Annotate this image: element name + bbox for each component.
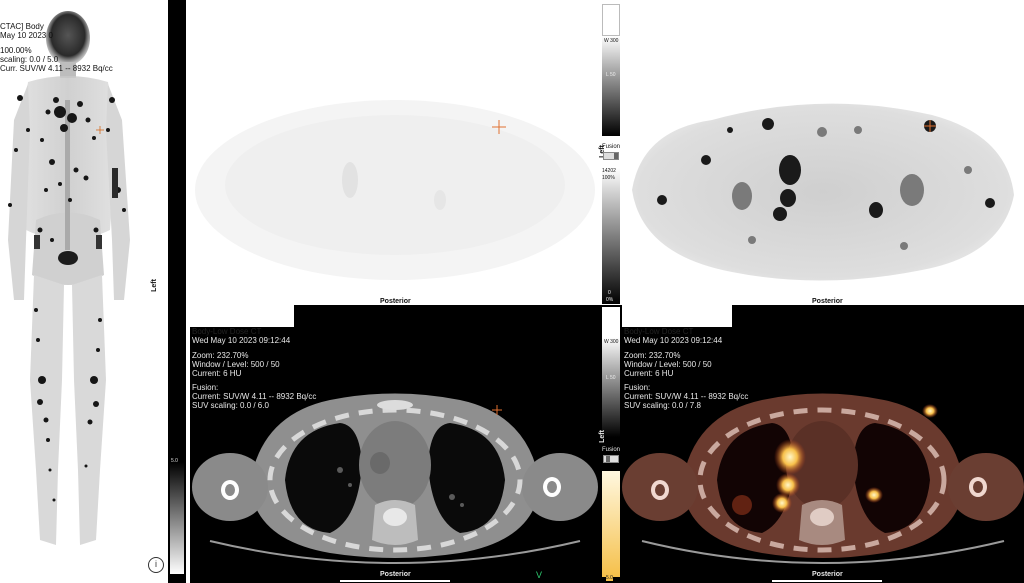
fusion-axial-viewport[interactable]: Body-Low Dose CT Wed May 10 2023 09:12:4… (622, 305, 1024, 583)
fusion-window-level-label: Window / Level: 500 / 50 (624, 360, 712, 369)
ct-axial-viewport[interactable]: Body-Low Dose CT Wed May 10 2023 09:12:4… (190, 305, 600, 583)
fusion-series-label: Body-Low Dose CT (624, 327, 694, 336)
left-orientation-label: Left (150, 279, 158, 292)
bottom-colorbar-ct-gradient (602, 337, 620, 437)
ct-fusion-current-label: Current: SUV/W 4.11 -- 8932 Bq/cc (192, 392, 317, 401)
ct-zoom-label: Zoom: 232.70% (192, 351, 249, 360)
fusion-info-overlay: Body-Low Dose CT Wed May 10 2023 09:12:4… (624, 327, 748, 410)
bottom-colorbar-orientation: Left (598, 430, 606, 443)
pet-axial-viewport[interactable]: Posterior (190, 0, 600, 305)
bottom-colorbar-max-tick: 5.0 (606, 575, 613, 581)
bottom-colorbar-fusion-label: Fusion (602, 447, 621, 453)
pet-colorbar-max-tick: 14202 (602, 168, 616, 174)
fusion-posterior-label: Posterior (812, 571, 843, 578)
ct-window-level-label: Window / Level: 500 / 50 (192, 360, 280, 369)
bottom-colorbar[interactable]: W 300 L 50 Left Fusion 5.0 (598, 305, 622, 583)
left-colorbar-strip: 5.0 (168, 0, 186, 583)
fusion-suv-scaling-label: SUV scaling: 0.0 / 7.8 (624, 401, 701, 410)
fusion-date-label: Wed May 10 2023 09:12:44 (624, 336, 723, 345)
fusion-fusion-current-label: Current: SUV/W 4.11 -- 8932 Bq/cc (624, 392, 749, 401)
top-fusion-slider[interactable] (603, 152, 619, 160)
bottom-colorbar-level-tick: L 50 (606, 375, 616, 381)
bottom-colorbar-window-tick: W 300 (604, 339, 619, 345)
top-colorbar[interactable]: W 300 L 50 Left Fusion 14202 100% 0 0% (599, 0, 622, 305)
mip-info-overlay: CTAC] Body May 10 2023 0 100.00% scaling… (0, 22, 113, 73)
ct-bottom-scale-bar (340, 580, 450, 582)
mip-scaling-label: scaling: 0.0 / 5.0 (0, 55, 59, 64)
fusion-fusion-label: Fusion: (624, 383, 651, 392)
pet-colorbar-min-tick: 0 (608, 290, 611, 296)
ct-suv-scaling-label: SUV scaling: 0.0 / 6.0 (192, 401, 269, 410)
bottom-colorbar-white-cap (602, 307, 620, 337)
ct-series-label: Body-Low Dose CT (192, 327, 262, 336)
pet-axial-image (195, 100, 595, 280)
fusion-bottom-scale-bar (772, 580, 882, 582)
ct-orientation-marker: V (536, 570, 543, 580)
pet-attenuation-axial-image (632, 103, 1014, 281)
top-colorbar-pet-gradient (602, 168, 620, 304)
pet-attenuation-axial-viewport[interactable]: Posterior (622, 0, 1024, 305)
mip-body-image (8, 11, 130, 545)
top-colorbar-window-tick: W 300 (604, 38, 619, 44)
fusion-zoom-label: Zoom: 232.70% (624, 351, 681, 360)
ct-fusion-label: Fusion: (192, 383, 219, 392)
bottom-colorbar-pet-gradient (602, 471, 620, 577)
mip-date-label: May 10 2023 0 (0, 31, 53, 40)
left-colorbar-gradient (170, 462, 184, 574)
top-colorbar-fusion-label: Fusion (602, 144, 621, 150)
bottom-fusion-slider-handle[interactable] (606, 456, 610, 462)
left-colorbar-tick: 5.0 (171, 458, 178, 464)
top-colorbar-level-tick: L 50 (606, 72, 616, 78)
ct-date-label: Wed May 10 2023 09:12:44 (192, 336, 291, 345)
mip-zoom-label: 100.00% (0, 46, 32, 55)
orientation-circle-icon[interactable]: i (148, 557, 164, 573)
pet-colorbar-max-percent: 100% (602, 175, 615, 181)
ct-current-hu-label: Current: 6 HU (192, 369, 242, 378)
mip-current-label: Curr. SUV/W 4.11 -- 8932 Bq/cc (0, 64, 113, 73)
fusion-current-hu-label: Current: 6 HU (624, 369, 674, 378)
mip-series-label: CTAC] Body (0, 22, 44, 31)
top-colorbar-ct-gradient (602, 36, 620, 136)
bottom-fusion-slider[interactable] (603, 455, 619, 463)
top-colorbar-white-cap (602, 4, 620, 36)
top-fusion-slider-handle[interactable] (614, 153, 618, 159)
ct-info-overlay: Body-Low Dose CT Wed May 10 2023 09:12:4… (192, 327, 316, 410)
mip-viewport[interactable]: CTAC] Body May 10 2023 0 100.00% scaling… (0, 0, 168, 583)
pet-colorbar-min-percent: 0% (606, 297, 614, 303)
ct-posterior-label: Posterior (380, 571, 411, 578)
